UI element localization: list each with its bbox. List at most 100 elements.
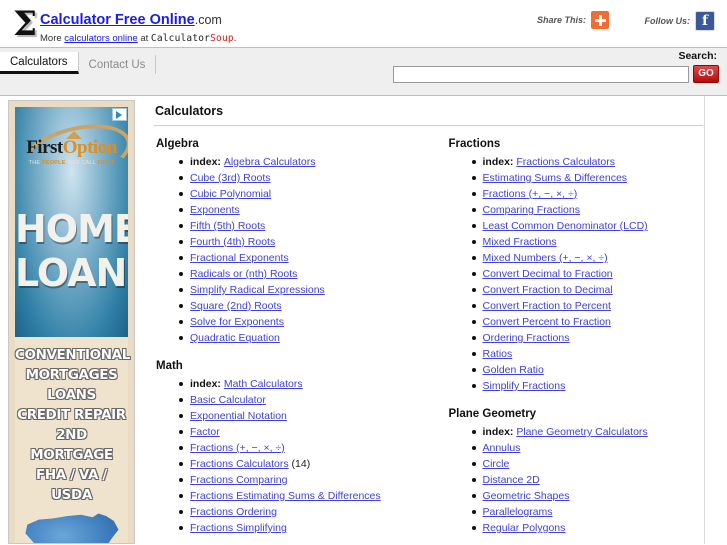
ad-top-panel: FirstOption THE PEOPLE YOU CALL FIRST HO… (15, 107, 128, 337)
tab-contact-us[interactable]: Contact Us (79, 55, 157, 74)
calculator-link[interactable]: Plane Geometry Calculators (516, 426, 647, 438)
list-item[interactable]: Fractions Simplifying (179, 520, 429, 536)
list-item[interactable]: Regular Polygons (471, 520, 706, 536)
calculator-link[interactable]: Cube (3rd) Roots (190, 172, 271, 184)
calculator-link[interactable]: Golden Ratio (483, 364, 544, 376)
brand-home-link[interactable]: Calculator Free Online (40, 12, 195, 28)
calculator-link[interactable]: Fractions Calculators (516, 156, 615, 168)
index-prefix: index: (482, 426, 517, 438)
addthis-plus-icon[interactable] (591, 11, 609, 29)
list-item[interactable]: Distance 2D (471, 472, 706, 488)
list-item[interactable]: Convert Decimal to Fraction (471, 266, 706, 282)
calculator-link[interactable]: Fractions Comparing (190, 474, 287, 486)
list-item[interactable]: Fractions Ordering (179, 504, 429, 520)
list-item[interactable]: Estimating Sums & Differences (471, 170, 706, 186)
list-item[interactable]: index: Math Calculators (179, 376, 429, 392)
calculator-link[interactable]: Simplify Fractions (483, 380, 566, 392)
calculator-link[interactable]: Cubic Polynomial (190, 188, 271, 200)
calculator-link[interactable]: Basic Calculator (190, 394, 266, 406)
list-item[interactable]: Solve for Exponents (179, 314, 429, 330)
calculator-link[interactable]: Simplify Radical Expressions (190, 284, 325, 296)
list-item[interactable]: Exponential Notation (179, 408, 429, 424)
list-item[interactable]: Fractional Exponents (179, 250, 429, 266)
calculator-link[interactable]: Least Common Denominator (LCD) (483, 220, 648, 232)
calculator-link[interactable]: Solve for Exponents (190, 316, 284, 328)
list-item[interactable]: Golden Ratio (471, 362, 706, 378)
facebook-icon[interactable]: f (695, 11, 715, 31)
list-item[interactable]: Parallelograms (471, 504, 706, 520)
calculator-link[interactable]: Estimating Sums & Differences (483, 172, 628, 184)
calculator-link[interactable]: Fractions Simplifying (190, 522, 287, 534)
calculator-link[interactable]: Fractions (+, −, ×, ÷) (190, 442, 285, 454)
calculator-link[interactable]: Exponential Notation (190, 410, 287, 422)
search-go-button[interactable]: GO (693, 65, 719, 83)
list-item[interactable]: Fractions Calculators (14) (179, 456, 429, 472)
adchoices-icon[interactable] (112, 108, 127, 121)
calculator-link[interactable]: Convert Decimal to Fraction (483, 268, 613, 280)
list-item[interactable]: Mixed Numbers (+, −, ×, ÷) (471, 250, 706, 266)
tab-calculators[interactable]: Calculators (0, 52, 79, 74)
calculator-link[interactable]: Convert Fraction to Decimal (483, 284, 613, 296)
calculator-link[interactable]: Ratios (483, 348, 513, 360)
list-item[interactable]: Radicals or (nth) Roots (179, 266, 429, 282)
list-item[interactable]: Exponents (179, 202, 429, 218)
calculator-link[interactable]: Math Calculators (224, 378, 303, 390)
list-item[interactable]: Comparing Fractions (471, 202, 706, 218)
calculator-link[interactable]: Fractions Ordering (190, 506, 277, 518)
list-item[interactable]: Fractions (+, −, ×, ÷) (471, 186, 706, 202)
calculator-link[interactable]: Convert Fraction to Percent (483, 300, 611, 312)
list-item[interactable]: Factor (179, 424, 429, 440)
calculator-link[interactable]: Fractions Calculators (190, 458, 289, 470)
list-item[interactable]: Mixed Fractions (471, 234, 706, 250)
list-item[interactable]: Fractions (+, −, ×, ÷) (179, 440, 429, 456)
calculator-link[interactable]: Fifth (5th) Roots (190, 220, 265, 232)
list-item[interactable]: Convert Fraction to Percent (471, 298, 706, 314)
calculator-link[interactable]: Regular Polygons (483, 522, 566, 534)
list-item[interactable]: Cubic Polynomial (179, 186, 429, 202)
list-item[interactable]: Ordering Fractions (471, 330, 706, 346)
calculator-link[interactable]: Fractional Exponents (190, 252, 289, 264)
calculator-link[interactable]: Ordering Fractions (483, 332, 570, 344)
calculator-link[interactable]: Fourth (4th) Roots (190, 236, 275, 248)
list-item[interactable]: Least Common Denominator (LCD) (471, 218, 706, 234)
calculator-link[interactable]: Fractions (+, −, ×, ÷) (483, 188, 578, 200)
calculator-link[interactable]: Convert Percent to Fraction (483, 316, 611, 328)
calculator-link[interactable]: Factor (190, 426, 220, 438)
list-item[interactable]: Quadratic Equation (179, 330, 429, 346)
list-item[interactable]: Convert Fraction to Decimal (471, 282, 706, 298)
list-item[interactable]: Fractions Estimating Sums & Differences (179, 488, 429, 504)
list-item[interactable]: Cube (3rd) Roots (179, 170, 429, 186)
list-item[interactable]: Simplify Radical Expressions (179, 282, 429, 298)
calculator-link[interactable]: Comparing Fractions (483, 204, 580, 216)
list-item[interactable]: Simplify Fractions (471, 378, 706, 394)
search-input[interactable] (393, 65, 689, 83)
list-item[interactable]: Ratios (471, 346, 706, 362)
calculator-link[interactable]: Distance 2D (483, 474, 540, 486)
list-item[interactable]: Circle (471, 456, 706, 472)
calculator-link[interactable]: Quadratic Equation (190, 332, 280, 344)
calculator-link[interactable]: Parallelograms (483, 506, 553, 518)
calculator-link[interactable]: Geometric Shapes (483, 490, 570, 502)
list-item[interactable]: Convert Percent to Fraction (471, 314, 706, 330)
calculator-link[interactable]: Algebra Calculators (224, 156, 316, 168)
calculator-link[interactable]: Annulus (483, 442, 521, 454)
list-item[interactable]: index: Fractions Calculators (471, 154, 706, 170)
list-item[interactable]: Geometric Shapes (471, 488, 706, 504)
calculator-link[interactable]: Radicals or (nth) Roots (190, 268, 297, 280)
list-item[interactable]: index: Algebra Calculators (179, 154, 429, 170)
list-item[interactable]: Fourth (4th) Roots (179, 234, 429, 250)
list-item[interactable]: Basic Calculator (179, 392, 429, 408)
list-item[interactable]: Fifth (5th) Roots (179, 218, 429, 234)
list-item[interactable]: Fractions Comparing (179, 472, 429, 488)
calculator-link[interactable]: Mixed Fractions (483, 236, 557, 248)
list-item[interactable]: Annulus (471, 440, 706, 456)
calculator-link[interactable]: Fractions Estimating Sums & Differences (190, 490, 381, 502)
calculator-link[interactable]: Square (2nd) Roots (190, 300, 282, 312)
calculator-link[interactable]: Mixed Numbers (+, −, ×, ÷) (483, 252, 608, 264)
list-item[interactable]: index: Plane Geometry Calculators (471, 424, 706, 440)
sidebar-advertisement[interactable]: FirstOption THE PEOPLE YOU CALL FIRST HO… (8, 100, 135, 544)
list-item[interactable]: Square (2nd) Roots (179, 298, 429, 314)
calculator-link[interactable]: Circle (483, 458, 510, 470)
calculators-online-link[interactable]: calculators online (64, 33, 137, 44)
calculator-link[interactable]: Exponents (190, 204, 240, 216)
